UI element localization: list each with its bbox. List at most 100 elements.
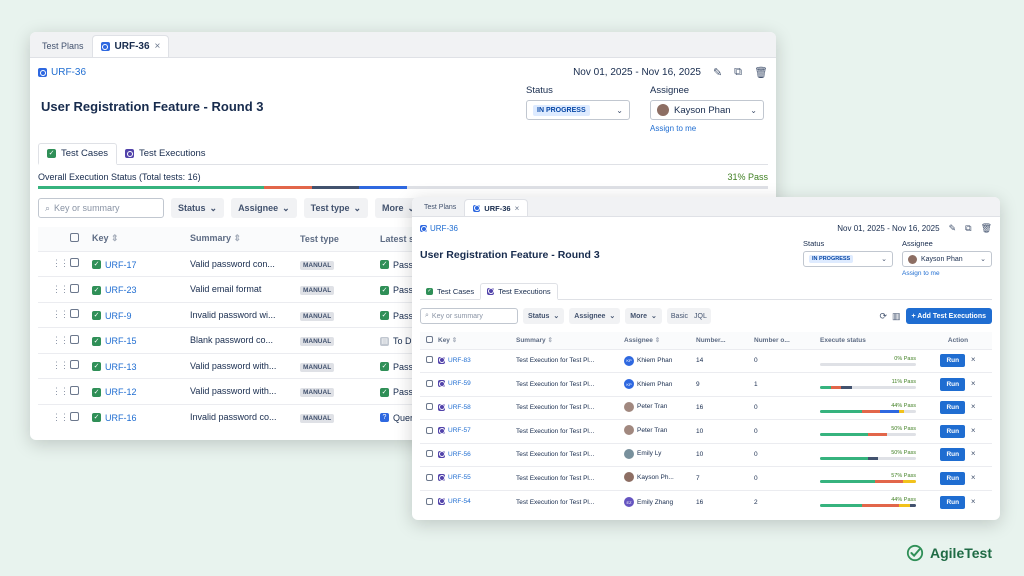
column-header-assignee[interactable]: Assignee xyxy=(624,337,653,344)
tab-urf-36[interactable]: URF-36 × xyxy=(91,35,170,57)
execution-key-link[interactable]: URF-83 xyxy=(448,357,471,364)
status-select[interactable]: IN PROGRESS ⌄ xyxy=(526,100,630,120)
filter-more-button[interactable]: More⌄ xyxy=(625,308,662,324)
tab-test-executions[interactable]: Test Executions xyxy=(117,143,214,164)
execution-key-link[interactable]: URF-58 xyxy=(448,404,471,411)
drag-handle-icon[interactable]: ⋮⋮ xyxy=(52,360,69,370)
column-header-test-type[interactable]: Test type xyxy=(300,234,339,244)
select-all-checkbox[interactable] xyxy=(426,335,433,343)
drag-handle-icon[interactable]: ⋮⋮ xyxy=(52,335,69,345)
tab-test-plans[interactable]: Test Plans xyxy=(34,35,92,57)
column-header-key[interactable]: Key xyxy=(92,233,109,243)
refresh-icon[interactable]: ⟳ xyxy=(879,311,887,322)
drag-handle-icon[interactable]: ⋮⋮ xyxy=(52,284,69,294)
issue-key-link[interactable]: URF-36 xyxy=(51,67,86,78)
row-checkbox[interactable] xyxy=(70,309,79,319)
column-header-execute-status[interactable]: Execute status xyxy=(820,337,866,344)
run-button[interactable]: Run xyxy=(940,401,966,415)
table-row[interactable]: URF-56 Test Execution for Test Pl... Emily… xyxy=(420,443,992,467)
remove-icon[interactable]: × xyxy=(971,402,976,411)
drag-handle-icon[interactable]: ⋮⋮ xyxy=(52,386,69,396)
search-input[interactable]: ⌕ Key or summary xyxy=(420,308,518,324)
remove-icon[interactable]: × xyxy=(971,449,976,458)
row-checkbox[interactable] xyxy=(70,258,79,268)
test-case-key-link[interactable]: URF-17 xyxy=(105,260,137,270)
table-row[interactable]: URF-58 Test Execution for Test Pl... Peter… xyxy=(420,396,992,420)
close-icon[interactable]: × xyxy=(155,41,161,52)
execution-key-link[interactable]: URF-59 xyxy=(448,380,471,387)
column-header-summary[interactable]: Summary xyxy=(516,337,546,344)
test-case-key-link[interactable]: URF-23 xyxy=(105,285,137,295)
remove-icon[interactable]: × xyxy=(971,426,976,435)
tab-urf-36[interactable]: URF-36 × xyxy=(464,199,529,216)
row-checkbox[interactable] xyxy=(426,379,433,387)
row-checkbox[interactable] xyxy=(70,334,79,344)
remove-icon[interactable]: × xyxy=(971,473,976,482)
table-row[interactable]: URF-83 Test Execution for Test Pl... KP Khi… xyxy=(420,349,992,373)
test-case-key-link[interactable]: URF-13 xyxy=(105,362,137,372)
table-row[interactable]: URF-57 Test Execution for Test Pl... Peter… xyxy=(420,419,992,444)
row-checkbox[interactable] xyxy=(426,403,433,411)
trash-icon[interactable]: 🗑 xyxy=(981,223,992,234)
remove-icon[interactable]: × xyxy=(971,355,976,364)
tab-test-cases[interactable]: ✓ Test Cases xyxy=(38,143,117,165)
tab-test-cases[interactable]: ✓ Test Cases xyxy=(420,283,480,299)
row-checkbox[interactable] xyxy=(70,385,79,395)
row-checkbox[interactable] xyxy=(70,360,79,370)
filter-assignee-button[interactable]: Assignee ⌄ xyxy=(231,198,297,218)
row-checkbox[interactable] xyxy=(426,356,433,364)
run-button[interactable]: Run xyxy=(940,495,966,509)
test-case-key-link[interactable]: URF-15 xyxy=(105,336,137,346)
tab-test-plans[interactable]: Test Plans xyxy=(416,199,464,216)
run-button[interactable]: Run xyxy=(940,448,966,462)
query-mode-toggle[interactable]: Basic JQL xyxy=(666,308,711,324)
status-select[interactable]: IN PROGRESS ⌄ xyxy=(803,251,893,267)
filter-status-button[interactable]: Status ⌄ xyxy=(171,198,225,218)
add-test-executions-button[interactable]: + Add Test Executions xyxy=(905,308,992,324)
row-checkbox[interactable] xyxy=(70,283,79,293)
row-checkbox[interactable] xyxy=(426,426,433,434)
filter-status-button[interactable]: Status ⌄ xyxy=(523,308,565,324)
table-row[interactable]: URF-54 Test Execution for Test Pl... EZ Emi… xyxy=(420,490,992,514)
close-icon[interactable]: × xyxy=(515,204,520,213)
run-button[interactable]: Run xyxy=(940,471,966,485)
columns-icon[interactable]: ▥ xyxy=(892,311,901,322)
edit-icon[interactable]: ✎ xyxy=(949,223,957,234)
drag-handle-icon[interactable]: ⋮⋮ xyxy=(52,309,69,319)
row-checkbox[interactable] xyxy=(426,497,433,505)
table-row[interactable]: URF-59 Test Execution for Test Pl... KP Khi… xyxy=(420,372,992,397)
execution-key-link[interactable]: URF-55 xyxy=(448,474,471,481)
issue-key-link[interactable]: URF-36 xyxy=(430,224,458,233)
trash-icon[interactable]: 🗑 xyxy=(754,66,768,79)
row-checkbox[interactable] xyxy=(426,450,433,458)
run-button[interactable]: Run xyxy=(940,377,966,391)
run-button[interactable]: Run xyxy=(940,354,966,368)
row-checkbox[interactable] xyxy=(426,473,433,481)
assignee-select[interactable]: Kayson Phan ⌄ xyxy=(650,100,764,120)
test-case-key-link[interactable]: URF-9 xyxy=(105,311,132,321)
column-header-number-tests[interactable]: Number... xyxy=(696,337,726,344)
column-header-summary[interactable]: Summary xyxy=(190,233,231,243)
table-row[interactable]: URF-55 Test Execution for Test Pl... Kayso… xyxy=(420,466,992,491)
assign-to-me-link[interactable]: Assign to me xyxy=(650,124,764,133)
drag-handle-icon[interactable]: ⋮⋮ xyxy=(52,412,69,422)
filter-test-type-button[interactable]: Test type ⌄ xyxy=(303,198,369,218)
run-button[interactable]: Run xyxy=(940,424,966,438)
edit-icon[interactable]: ✎ xyxy=(713,66,722,79)
row-checkbox[interactable] xyxy=(70,411,79,421)
copy-icon[interactable]: ⧉ xyxy=(734,66,742,79)
filter-assignee-button[interactable]: Assignee ⌄ xyxy=(569,308,621,324)
select-all-checkbox[interactable] xyxy=(70,233,79,243)
assign-to-me-link[interactable]: Assign to me xyxy=(902,270,992,277)
mode-basic[interactable]: Basic xyxy=(671,313,688,320)
assignee-select[interactable]: Kayson Phan ⌄ xyxy=(902,251,992,267)
column-header-latest-status[interactable]: Latest s xyxy=(380,234,414,244)
execution-key-link[interactable]: URF-56 xyxy=(448,451,471,458)
copy-icon[interactable]: ⧉ xyxy=(965,223,971,234)
mode-jql[interactable]: JQL xyxy=(694,313,707,320)
search-input[interactable]: ⌕ Key or summary xyxy=(38,198,164,218)
remove-icon[interactable]: × xyxy=(971,379,976,388)
execution-key-link[interactable]: URF-57 xyxy=(448,427,471,434)
remove-icon[interactable]: × xyxy=(971,497,976,506)
column-header-number-other[interactable]: Number o... xyxy=(754,337,790,344)
